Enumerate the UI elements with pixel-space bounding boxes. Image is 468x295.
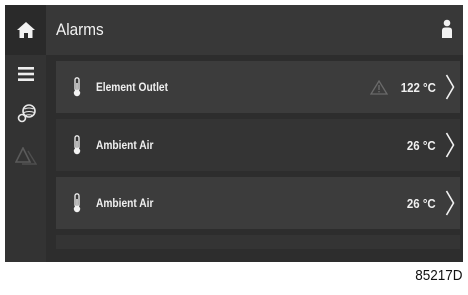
alarm-row-ambient-air[interactable]: Ambient Air 26 °C bbox=[56, 177, 460, 229]
controller-screen: Alarms Element Outlet 122 °C Ambient Air… bbox=[5, 5, 463, 262]
thermometer-icon bbox=[70, 190, 84, 216]
fan-icon bbox=[17, 104, 36, 123]
alarm-row-empty bbox=[56, 235, 460, 249]
alarm-row-element-outlet[interactable]: Element Outlet 122 °C bbox=[56, 61, 460, 113]
warning-icon bbox=[14, 147, 37, 165]
menu-icon bbox=[17, 67, 34, 81]
figure-code: 85217D bbox=[415, 267, 463, 284]
page-title: Alarms bbox=[56, 20, 104, 39]
home-icon bbox=[16, 22, 35, 38]
thermometer-icon bbox=[70, 132, 84, 158]
alarm-value: 26 °C bbox=[407, 137, 436, 153]
user-icon bbox=[442, 19, 452, 38]
alarm-value: 122 °C bbox=[400, 79, 436, 95]
alarm-label: Ambient Air bbox=[96, 138, 154, 152]
alarm-label: Ambient Air bbox=[96, 196, 154, 210]
fan-button[interactable] bbox=[5, 95, 46, 133]
sidebar bbox=[5, 55, 46, 262]
alarm-value: 26 °C bbox=[407, 195, 436, 211]
user-button[interactable] bbox=[441, 19, 453, 44]
chevron-right-icon[interactable] bbox=[440, 177, 460, 229]
alarms-nav-button[interactable] bbox=[5, 137, 46, 175]
chevron-right-icon[interactable] bbox=[440, 61, 460, 113]
alarm-label: Element Outlet bbox=[96, 80, 168, 94]
menu-button[interactable] bbox=[5, 55, 46, 93]
chevron-right-icon[interactable] bbox=[440, 119, 460, 171]
thermometer-icon bbox=[70, 74, 84, 100]
alarm-row-ambient-air[interactable]: Ambient Air 26 °C bbox=[56, 119, 460, 171]
warning-icon bbox=[370, 79, 389, 95]
header-bar: Alarms bbox=[5, 5, 463, 55]
home-button[interactable] bbox=[5, 5, 46, 55]
